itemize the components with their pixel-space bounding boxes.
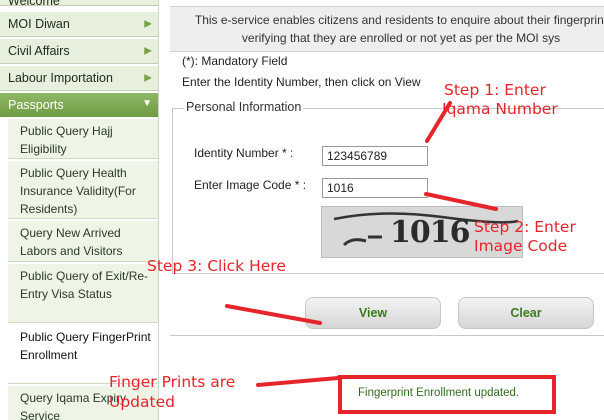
notice-line-1: This e-service enables citizens and resi… bbox=[194, 13, 604, 27]
image-code-label: Enter Image Code * : bbox=[194, 178, 307, 192]
chevron-right-icon: ▶ bbox=[144, 72, 152, 84]
sidebar-item-label: Civil Affairs bbox=[8, 44, 70, 58]
sidebar-section-passports[interactable]: Passports ▼ bbox=[0, 93, 158, 117]
fieldset-legend: Personal Information bbox=[184, 100, 304, 114]
service-notice: This e-service enables citizens and resi… bbox=[170, 6, 604, 52]
sidebar-subitem-label: Query New Arrived Labors and Visitors bbox=[20, 226, 123, 258]
sidebar-subitem-new-arrived[interactable]: Query New Arrived Labors and Visitors bbox=[8, 221, 158, 262]
identity-number-label: Identity Number * : bbox=[194, 146, 294, 160]
sidebar-subitem-label: Public Query FingerPrint Enrollment bbox=[20, 330, 151, 362]
captcha-text: 1016 bbox=[390, 215, 470, 250]
sidebar-section-label: Passports bbox=[8, 98, 64, 112]
instruction-text: Enter the Identity Number, then click on… bbox=[182, 75, 421, 89]
sidebar-item-labour-importation[interactable]: Labour Importation ▶ bbox=[0, 66, 158, 91]
annotation-step3: Step 3: Click Here bbox=[147, 257, 286, 275]
annotation-step1-line2: Iqama Number bbox=[442, 100, 558, 118]
sidebar-subitem-label: Public Query of Exit/Re-Entry Visa Statu… bbox=[20, 269, 149, 301]
notice-line-2: verifying that they are enrolled or not … bbox=[241, 31, 561, 45]
view-button[interactable]: View bbox=[305, 297, 441, 329]
divider bbox=[170, 335, 604, 336]
sidebar-item-moi-diwan[interactable]: MOI Diwan ▶ bbox=[0, 12, 158, 37]
identity-number-input[interactable] bbox=[322, 146, 428, 166]
sidebar-nav: Welcome MOI Diwan ▶ Civil Affairs ▶ Labo… bbox=[0, 0, 159, 420]
image-code-input[interactable] bbox=[322, 178, 428, 198]
sidebar-item-label: Labour Importation bbox=[8, 71, 113, 85]
sidebar-item-welcome[interactable]: Welcome bbox=[0, 0, 158, 8]
sidebar-item-label: Welcome bbox=[8, 0, 60, 8]
mandatory-note: (*): Mandatory Field bbox=[182, 54, 288, 68]
chevron-down-icon: ▼ bbox=[142, 98, 152, 109]
chevron-right-icon: ▶ bbox=[144, 45, 152, 57]
sidebar-item-civil-affairs[interactable]: Civil Affairs ▶ bbox=[0, 39, 158, 64]
result-highlight-box: Fingerprint Enrollment updated. bbox=[338, 375, 556, 414]
sidebar-subitem-exit-reentry[interactable]: Public Query of Exit/Re-Entry Visa Statu… bbox=[8, 264, 158, 323]
annotation-finger-line1: Finger Prints are bbox=[109, 373, 236, 391]
sidebar-subitem-health-insurance[interactable]: Public Query Health Insurance Validity(F… bbox=[8, 161, 158, 219]
sidebar-subitem-label: Public Query Hajj Eligibility bbox=[20, 124, 113, 156]
annotation-step2-line1: Step 2: Enter bbox=[474, 218, 576, 236]
result-message: Fingerprint Enrollment updated. bbox=[358, 387, 520, 399]
annotation-finger-line2: Updated bbox=[109, 393, 175, 411]
sidebar-subitem-hajj-eligibility[interactable]: Public Query Hajj Eligibility bbox=[8, 119, 158, 159]
clear-button[interactable]: Clear bbox=[458, 297, 594, 329]
sidebar-subitem-label: Public Query Health Insurance Validity(F… bbox=[20, 166, 136, 216]
sidebar-item-label: MOI Diwan bbox=[8, 17, 70, 31]
annotation-step2-line2: Image Code bbox=[474, 237, 568, 255]
annotation-step1-line1: Step 1: Enter bbox=[444, 81, 546, 99]
chevron-right-icon: ▶ bbox=[144, 18, 152, 30]
